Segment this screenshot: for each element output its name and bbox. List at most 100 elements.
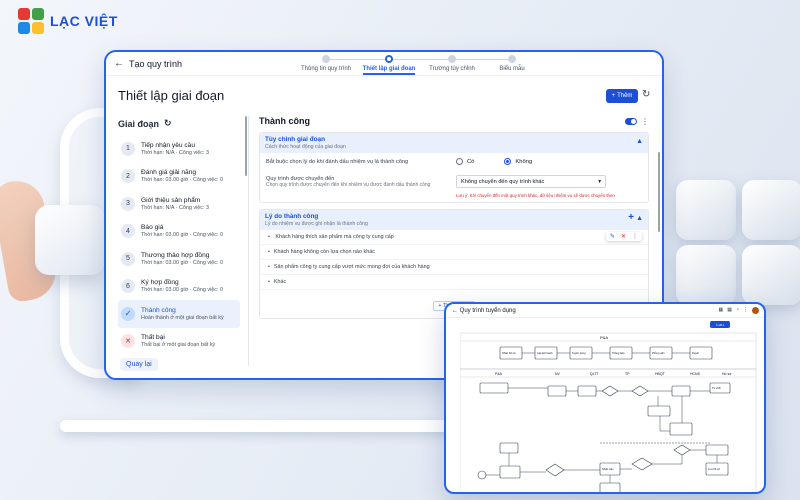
section-title: Lý do thành công	[265, 213, 319, 220]
flow-start[interactable]	[477, 470, 487, 480]
edit-icon[interactable]: ✎	[610, 233, 615, 240]
reason-item[interactable]: Sản phẩm công ty cung cấp vượt mức mong …	[260, 260, 648, 275]
step-stages[interactable]: Thiết lập giai đoạn	[359, 55, 419, 75]
grid-icon[interactable]: ▦	[719, 307, 724, 314]
flow-node[interactable]	[479, 382, 509, 394]
divider	[248, 116, 249, 366]
stage-item[interactable]: 3 Giới thiệu sản phẩm Thời hạn: N/A · Côn…	[118, 190, 240, 218]
lane-header: TP	[625, 372, 630, 376]
flow-node[interactable]	[671, 385, 691, 397]
more-vertical-icon[interactable]: ⋮	[632, 233, 638, 240]
flow-node[interactable]	[705, 444, 729, 456]
section-subtitle: Lý do nhiệm vụ được ghi nhận là thành cô…	[265, 221, 368, 227]
plus-icon[interactable]: +	[628, 212, 634, 223]
stage-number: 2	[121, 169, 135, 184]
node-label: Thông báo	[612, 351, 625, 355]
back-button[interactable]: Quay lại	[120, 358, 158, 371]
decor-cube	[742, 245, 800, 305]
stage-meta: Hoàn thành ở một giai đoạn bất kỳ	[141, 314, 224, 321]
node-label: Từ chối	[712, 386, 721, 390]
stage-item-fail[interactable]: ✕ Thất bại Thất bại ở một giai đoạn bất k…	[118, 328, 240, 356]
radio-circle	[456, 158, 463, 165]
lane-header: HCNS	[690, 372, 701, 376]
more-vertical-icon[interactable]: ⋮	[641, 117, 649, 126]
stage-title: Thất bại	[141, 334, 165, 342]
radio-yes-label: Có	[467, 158, 475, 165]
refresh-icon[interactable]: ↻	[164, 118, 172, 129]
chevron-up-icon[interactable]: ▲	[636, 215, 643, 222]
close-icon: ✕	[121, 334, 135, 349]
flow-node[interactable]	[599, 482, 621, 493]
success-reason-header[interactable]: Lý do thành công Lý do nhiệm vụ được ghi…	[260, 210, 648, 230]
stage-meta: Thất bại ở một giai đoạn bất kỳ	[141, 342, 216, 349]
custom-stage-header[interactable]: Tùy chỉnh giai đoạn Cách thức hoạt động …	[260, 133, 648, 153]
stage-item[interactable]: 1 Tiếp nhận yêu cầu Thời hạn: N/A · Công …	[118, 135, 240, 163]
stage-meta: Thời hạn: N/A · Công việc: 3	[141, 204, 209, 211]
target-process-select[interactable]: Không chuyển đến quy trình khác ▾	[456, 175, 606, 188]
radio-yes[interactable]: Có	[456, 158, 474, 165]
stage-list-scrollbar[interactable]	[245, 116, 247, 176]
decor-pipe	[60, 420, 480, 432]
apps-icon[interactable]: ⋮	[743, 307, 748, 314]
lane-header: HĐQT	[655, 372, 666, 376]
detail-scrollbar[interactable]	[658, 152, 660, 232]
arrow-left-icon: ←	[114, 58, 124, 69]
flow-node[interactable]	[647, 405, 671, 417]
radio-circle	[504, 158, 512, 165]
lane-header: NV	[555, 372, 561, 376]
stage-meta: Thời hạn: 03.00 giờ · Công việc: 0	[141, 287, 223, 294]
stage-number: 1	[121, 141, 135, 156]
step-label: Biểu mẫu	[499, 66, 525, 72]
stage-toggle[interactable]	[625, 117, 637, 125]
stage-item[interactable]: 5 Thương thảo hợp đồng Thời hạn: 03.00 gi…	[118, 245, 240, 273]
custom-stage-section: Tùy chỉnh giai đoạn Cách thức hoạt động …	[259, 132, 649, 203]
radio-no[interactable]: Không	[504, 158, 532, 165]
stage-meta: Thời hạn: 03.00 giờ · Công việc: 0	[141, 232, 223, 239]
workflow-canvas[interactable]: P&A P&A NV QLTT TP HĐQT HCNS Hồ sơ Nhận …	[459, 331, 760, 493]
flow-node[interactable]	[499, 465, 521, 479]
chevron-down-icon: ▾	[598, 178, 601, 185]
stage-list-title: Giai đoạn	[118, 118, 160, 129]
reason-item[interactable]: Khách hàng không còn lựa chọn nào khác	[260, 245, 648, 260]
reason-item[interactable]: Khách hàng thích sản phẩm mà công ty cun…	[260, 230, 648, 245]
step-info[interactable]: Thông tin quy trình	[296, 55, 356, 72]
flow-node[interactable]	[547, 385, 567, 397]
back-link[interactable]: ← Tạo quy trình	[114, 58, 182, 69]
stage-item[interactable]: 2 Đánh giá giải năng Thời hạn: 03.00 giờ …	[118, 163, 240, 191]
stage-list: Giai đoạn ↻ 1 Tiếp nhận yêu cầu Thời hạn:…	[118, 118, 240, 355]
workflow-save-button[interactable]: Lưu	[710, 321, 730, 328]
target-process-row: Quy trình được chuyển đến Chọn quy trình…	[260, 170, 648, 193]
brand-logo: LẠC VIỆT	[18, 8, 118, 34]
refresh-icon[interactable]: ↻	[642, 89, 650, 100]
target-process-help: Chọn quy trình được chuyển đến khi nhiệm…	[266, 181, 431, 188]
grid-icon[interactable]: ▦	[727, 307, 732, 314]
reason-item[interactable]: Khác	[260, 275, 648, 290]
plus-icon: +	[611, 93, 616, 99]
reason-text: Khác	[273, 279, 287, 285]
stage-item[interactable]: 6 Ký hợp đồng Thời hạn: 03.00 giờ · Công …	[118, 273, 240, 301]
add-button[interactable]: + Thêm	[606, 89, 638, 103]
stage-detail: Thành công ⋮ Tùy chỉnh giai đoạn Cách th…	[259, 114, 649, 325]
stage-title: Thương thảo hợp đồng	[141, 251, 210, 259]
workflow-window: ← Quy trình tuyển dụng ▦ ▦ ◔ ⋮ Lưu P&A P…	[444, 302, 766, 494]
step-label: Thiết lập giai đoạn	[362, 66, 416, 72]
stage-item-success[interactable]: ✓ Thành công Hoàn thành ở một giai đoạn b…	[118, 300, 240, 328]
require-reason-row: Bắt buộc chọn lý do khi đánh dấu nhiệm v…	[260, 153, 648, 170]
workflow-topbar: ← Quy trình tuyển dụng ▦ ▦ ◔ ⋮	[446, 304, 764, 318]
stepper: Thông tin quy trình Thiết lập giai đoạn …	[301, 55, 534, 75]
bell-icon[interactable]: ◔	[736, 307, 739, 314]
reason-text: Sản phẩm công ty cung cấp vượt mức mong …	[273, 264, 430, 270]
delete-icon[interactable]: ✕	[621, 233, 626, 240]
flow-node[interactable]	[577, 385, 597, 397]
workflow-toolbar: ▦ ▦ ◔ ⋮	[719, 307, 759, 314]
chevron-up-icon[interactable]: ▲	[636, 138, 643, 145]
stage-number: 6	[121, 279, 135, 294]
step-forms[interactable]: Biểu mẫu	[482, 55, 542, 72]
flow-node[interactable]	[499, 442, 519, 454]
step-custom-fields[interactable]: Trường tùy chỉnh	[422, 55, 482, 72]
flow-node[interactable]	[669, 422, 693, 436]
stage-item[interactable]: 4 Báo giá Thời hạn: 03.00 giờ · Công việc…	[118, 218, 240, 246]
node-label: Tuyển dụng	[572, 351, 586, 355]
check-icon: ✓	[121, 306, 135, 321]
avatar[interactable]	[752, 307, 759, 314]
